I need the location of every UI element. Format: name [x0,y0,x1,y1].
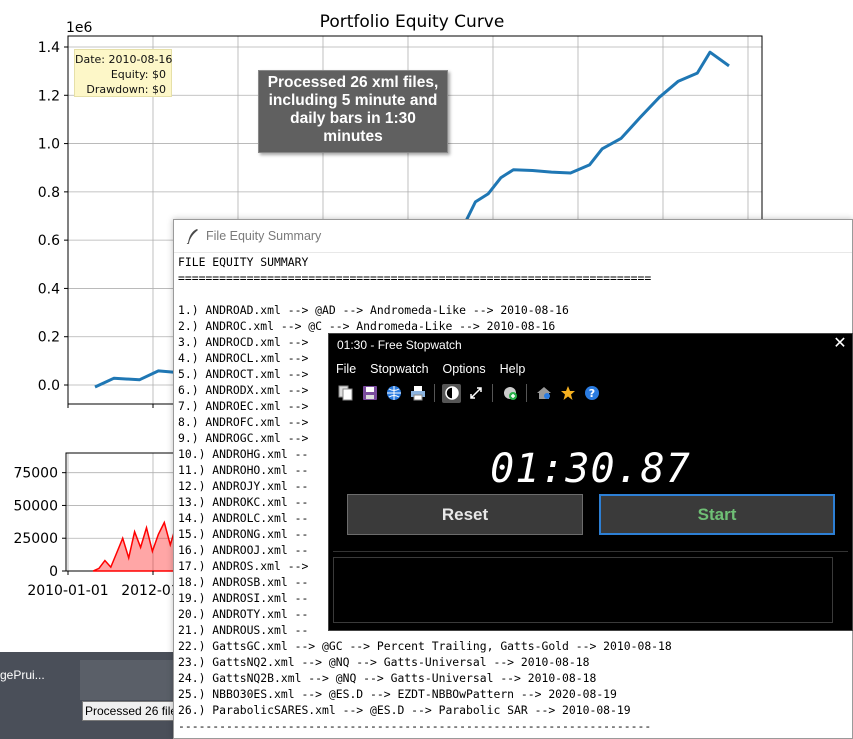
menu-help[interactable]: Help [500,362,526,376]
desktop-icon-label[interactable]: gePrui... [0,668,45,682]
globe-icon[interactable] [384,384,403,403]
note-line-2: including 5 minute and [268,92,438,109]
summary-line: 26.) ParabolicSARES.xml --> @ES.D --> Pa… [178,703,631,717]
start-button[interactable]: Start [599,494,835,535]
summary-line: 22.) GattsGC.xml --> @GC --> Percent Tra… [178,639,672,653]
close-icon[interactable]: ✕ [832,336,848,352]
print-icon[interactable] [408,384,427,403]
y-scale-label: 1e6 [66,20,93,36]
save-icon[interactable] [360,384,379,403]
summary-line: 24.) GattsNQ2B.xml --> @NQ --> Gatts-Uni… [178,671,597,685]
menu-stopwatch[interactable]: Stopwatch [370,362,428,376]
y-tick-label: 75000 [13,466,58,482]
tooltip-date: Date: 2010-08-16 [75,53,173,66]
copy-icon[interactable] [336,384,355,403]
y-tick-label: 1.4 [38,40,60,56]
menu-file[interactable]: File [336,362,356,376]
y-tick-label: 1.2 [38,88,60,104]
tooltip-drawdown: Drawdown: $0 [86,83,166,96]
stopwatch-menubar: File Stopwatch Options Help [329,358,852,380]
taskbar-button[interactable]: Processed 26 files [82,701,175,721]
y-tick-label: 0.0 [38,378,60,394]
help-icon[interactable]: ? [582,384,601,403]
menu-options[interactable]: Options [443,362,486,376]
hover-tooltip: Date: 2010-08-16 Equity: $0 Drawdown: $0 [74,49,172,97]
note-line-3: daily bars in 1:30 [290,110,416,127]
y-tick-label: 50000 [13,498,58,514]
summary-line: ========================================… [178,271,652,285]
add-timer-icon[interactable] [500,384,519,403]
summary-window-title: File Equity Summary [206,229,322,243]
summary-line [178,286,852,302]
feather-icon [186,229,198,244]
stopwatch-time-display: 01:30.87 [490,446,691,492]
svg-text:?: ? [588,387,594,400]
y-tick-label: 25000 [13,531,58,547]
fullscreen-icon[interactable] [466,384,485,403]
summary-titlebar[interactable]: File Equity Summary [174,220,852,253]
y-tick-label: 1.0 [38,137,60,153]
contrast-icon[interactable] [442,383,461,403]
x-tick-label: 2010-01-01 [27,583,108,599]
summary-line: 25.) NBBO30ES.xml --> @ES.D --> EZDT-NBB… [178,687,617,701]
stopwatch-window-title: 01:30 - Free Stopwatch [337,338,462,352]
summary-line: FILE EQUITY SUMMARY [178,255,309,269]
lower-y-ticks: 75000 50000 25000 0 [13,466,66,580]
summary-line: ----------------------------------------… [178,719,652,733]
star-icon[interactable] [558,384,577,403]
y-tick-label: 0 [49,564,58,580]
upper-y-ticks: 1.4 1.2 1.0 0.8 0.6 0.4 0.2 0.0 [38,40,68,394]
summary-line: 23.) GattsNQ2.xml --> @NQ --> Gatts-Univ… [178,655,590,669]
desktop-thumbnail [80,660,175,700]
reset-button[interactable]: Reset [347,494,583,535]
lap-list-area[interactable] [333,557,833,623]
chart-title: Portfolio Equity Curve [320,12,505,32]
summary-line: 1.) ANDROAD.xml --> @AD --> Andromeda-Li… [178,303,569,317]
stopwatch-divider [333,551,848,552]
stopwatch-toolbar: ? [329,380,852,406]
note-line-4: minutes [323,128,383,145]
processed-notification: Processed 26 xml files, including 5 minu… [258,70,448,153]
toolbar-separator [434,384,435,402]
summary-line: 2.) ANDROC.xml --> @C --> Andromeda-Like… [178,319,556,333]
y-tick-label: 0.4 [38,281,60,297]
stopwatch-titlebar[interactable]: 01:30 - Free Stopwatch ✕ [329,334,852,356]
home-icon[interactable] [534,384,553,403]
toolbar-separator [526,384,527,402]
stopwatch-window: 01:30 - Free Stopwatch ✕ File Stopwatch … [328,333,853,631]
tooltip-equity: Equity: $0 [110,68,166,81]
toolbar-separator [492,384,493,402]
y-tick-label: 0.8 [38,185,60,201]
y-tick-label: 0.2 [38,330,60,346]
y-tick-label: 0.6 [38,233,60,249]
note-line-1: Processed 26 xml files, [267,74,439,91]
